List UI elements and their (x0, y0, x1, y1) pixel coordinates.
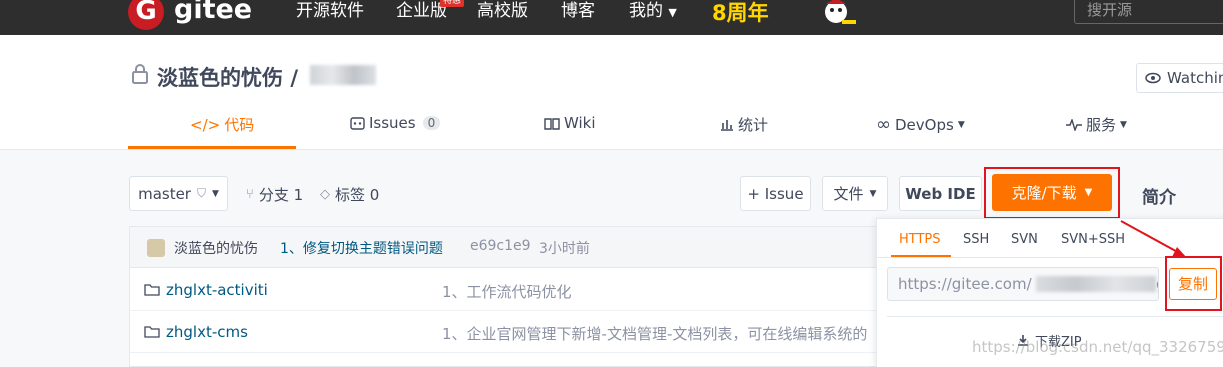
tab-wiki-label: Wiki (564, 114, 596, 132)
clone-url-redacted (1036, 276, 1156, 292)
chevron-down-icon: ▼ (869, 188, 877, 199)
anniversary-banner[interactable]: 8周年 (712, 0, 769, 27)
divider (887, 316, 1223, 317)
files-dropdown[interactable]: 文件 ▼ (822, 176, 888, 211)
repo-name-redacted (310, 65, 376, 85)
file-name[interactable]: zhglxt-cms (166, 323, 248, 341)
commit-message[interactable]: 1、修复切换主题错误问题 (280, 238, 443, 258)
nav-mine[interactable]: 我的 ▼ (629, 0, 677, 24)
chevron-down-icon: ▼ (957, 119, 965, 130)
protocol-tab-https[interactable]: HTTPS (899, 232, 941, 247)
gitee-logo-icon[interactable]: G (128, 0, 164, 30)
nav-education[interactable]: 高校版 (477, 0, 528, 22)
latest-commit-row: 淡蓝色的忧伤 1、修复切换主题错误问题 e69c1e9 3小时前 (130, 227, 876, 268)
gitee-brand[interactable]: gitee (174, 0, 252, 25)
file-name[interactable]: zhglxt-activiti (166, 281, 268, 299)
clone-url-suffix: g (1156, 268, 1158, 300)
tags-link[interactable]: ◇ 标签 0 (320, 184, 379, 205)
infinity-icon: ∞ (876, 114, 891, 135)
branch-icon: ⑂ (246, 187, 254, 202)
tab-devops-label: DevOps (895, 115, 954, 134)
folder-icon (144, 326, 160, 338)
repo-header: 淡蓝色的忧伤 / Watching </> 代码 Issues 0 Wiki 统… (0, 35, 1223, 150)
search-input[interactable]: 搜开源 (1074, 0, 1223, 24)
watch-label: Watching (1167, 69, 1223, 87)
tab-services[interactable]: 服务 ▼ (1066, 114, 1127, 135)
repo-title: 淡蓝色的忧伤 / (157, 62, 298, 92)
intro-heading: 简介 (1142, 188, 1176, 208)
nav-mine-label: 我的 (629, 1, 663, 21)
tag-icon: ◇ (320, 187, 330, 202)
table-row[interactable]: zhglxt-cms 1、企业官网管理下新增-文档管理-文档列表，可在线编辑系统… (130, 311, 876, 353)
branches-link[interactable]: ⑂ 分支 1 (246, 184, 303, 205)
chevron-down-icon: ▼ (1120, 119, 1127, 130)
tab-code[interactable]: </> 代码 (190, 114, 254, 135)
repo-separator: / (290, 66, 298, 90)
tab-stats[interactable]: 统计 (720, 114, 768, 135)
mascot-icon (825, 0, 856, 24)
tab-services-label: 服务 (1086, 116, 1117, 134)
tab-wiki[interactable]: Wiki (544, 114, 596, 132)
annotation-arrow-icon (1120, 220, 1187, 258)
tags-label: 标签 0 (335, 186, 380, 204)
issues-count-badge: 0 (422, 116, 441, 130)
lock-icon (132, 64, 148, 84)
clone-url-field[interactable]: https://gitee.com/ g (887, 267, 1159, 301)
avatar[interactable] (147, 239, 165, 257)
protocol-tab-svn[interactable]: SVN (1011, 232, 1038, 247)
file-table: 淡蓝色的忧伤 1、修复切换主题错误问题 e69c1e9 3小时前 zhglxt-… (129, 226, 877, 367)
file-commit-message[interactable]: 1、工作流代码优化 (442, 281, 572, 302)
watch-button[interactable]: Watching (1136, 63, 1223, 93)
issues-icon (350, 116, 365, 130)
active-tab-indicator (128, 146, 296, 149)
top-navbar: G gitee 开源软件 企业版 特惠 高校版 博客 我的 ▼ 8周年 搜开源 (0, 0, 1223, 35)
chevron-down-icon: ▼ (212, 188, 219, 199)
tab-issues-label: Issues (369, 114, 416, 132)
shield-icon: ⛉ (196, 186, 206, 200)
commit-time: 3小时前 (539, 241, 590, 257)
new-issue-button[interactable]: + Issue (740, 176, 811, 211)
tab-issues[interactable]: Issues 0 (350, 114, 441, 132)
tab-stats-label: 统计 (738, 116, 769, 134)
code-icon: </> (190, 115, 221, 134)
files-label: 文件 (833, 185, 864, 203)
web-ide-button[interactable]: Web IDE (899, 176, 982, 211)
enterprise-promo-badge: 特惠 (440, 0, 465, 7)
nav-blog[interactable]: 博客 (561, 0, 595, 22)
commit-hash[interactable]: e69c1e9 (470, 238, 531, 254)
protocol-tab-ssh[interactable]: SSH (963, 232, 989, 247)
branches-label: 分支 1 (258, 186, 304, 204)
chevron-down-icon: ▼ (668, 6, 677, 19)
book-icon (544, 117, 560, 130)
repo-owner[interactable]: 淡蓝色的忧伤 (157, 66, 283, 90)
commit-author[interactable]: 淡蓝色的忧伤 (174, 238, 258, 258)
pulse-icon (1066, 118, 1082, 131)
branch-select[interactable]: master ⛉ ▼ (129, 176, 228, 211)
watermark: https://blog.csdn.net/qq_33267595 (972, 338, 1223, 356)
nav-open-source[interactable]: 开源软件 (296, 0, 364, 22)
tab-devops[interactable]: ∞ DevOps ▼ (876, 114, 965, 135)
file-commit-message[interactable]: 1、企业官网管理下新增-文档管理-文档列表，可在线编辑系统的 (442, 323, 867, 344)
branch-name: master (138, 184, 191, 203)
clone-url-prefix: https://gitee.com/ (898, 275, 1032, 293)
eye-icon (1145, 72, 1161, 84)
table-row[interactable]: zhglxt-activiti 1、工作流代码优化 (130, 269, 876, 311)
annotation-box-clone (984, 167, 1120, 219)
bar-chart-icon (721, 120, 733, 131)
folder-icon (144, 284, 160, 296)
tab-code-label: 代码 (224, 116, 255, 134)
